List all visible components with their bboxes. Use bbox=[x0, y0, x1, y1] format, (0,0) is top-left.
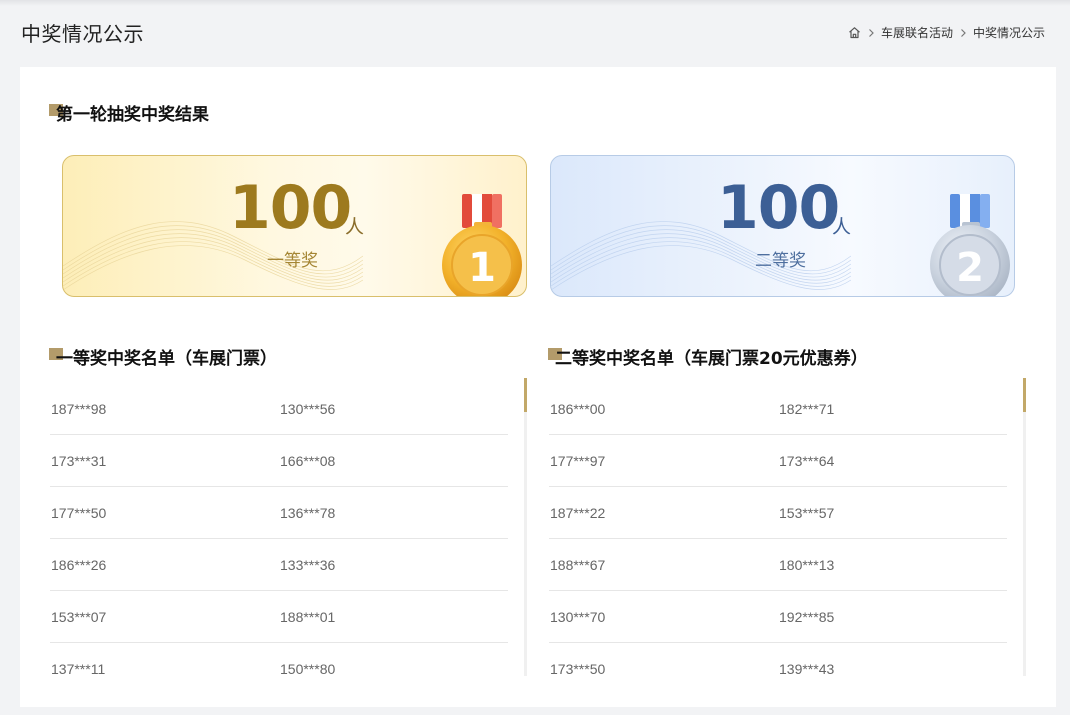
winner-phone: 133***36 bbox=[280, 557, 336, 573]
table-row: 177***97 173***64 bbox=[549, 435, 1007, 487]
winner-phone: 130***56 bbox=[280, 401, 336, 417]
winner-phone: 177***97 bbox=[550, 453, 606, 469]
winner-phone: 186***26 bbox=[51, 557, 107, 573]
gold-medal-icon: 1 bbox=[442, 194, 522, 296]
second-prize-unit: 人 bbox=[832, 216, 852, 238]
first-prize-label: 一等奖 bbox=[267, 251, 318, 271]
first-prize-list-title: 一等奖中奖名单（车展门票） bbox=[49, 348, 277, 370]
top-shade bbox=[0, 0, 1070, 6]
table-row: 188***67 180***13 bbox=[549, 539, 1007, 591]
winner-phone: 153***57 bbox=[779, 505, 835, 521]
second-prize-winner-list[interactable]: 186***00 182***71 177***97 173***64 187*… bbox=[549, 383, 1027, 675]
table-row: 173***50 139***43 bbox=[549, 643, 1007, 675]
table-row: 130***70 192***85 bbox=[549, 591, 1007, 643]
first-prize-count: 100 bbox=[229, 173, 352, 243]
winner-phone: 187***98 bbox=[51, 401, 107, 417]
home-icon[interactable] bbox=[848, 26, 861, 39]
scrollbar-thumb[interactable] bbox=[524, 378, 527, 412]
second-prize-label: 二等奖 bbox=[755, 251, 806, 271]
first-prize-winner-list[interactable]: 187***98 130***56 173***31 166***08 177*… bbox=[50, 383, 528, 675]
winner-phone: 173***50 bbox=[550, 661, 606, 675]
first-list-scrollbar[interactable] bbox=[524, 378, 527, 676]
second-prize-card: 100 人 二等奖 2 bbox=[550, 155, 1015, 297]
winner-phone: 150***80 bbox=[280, 661, 336, 675]
chevron-right-icon bbox=[865, 27, 877, 39]
winner-phone: 188***67 bbox=[550, 557, 606, 573]
table-row: 173***31 166***08 bbox=[50, 435, 508, 487]
first-prize-unit: 人 bbox=[345, 216, 365, 238]
breadcrumb-current: 中奖情况公示 bbox=[972, 26, 1045, 40]
silver-medal-number: 2 bbox=[956, 245, 984, 291]
breadcrumb: 车展联名活动 中奖情况公示 bbox=[848, 24, 1045, 41]
second-prize-list-title: 二等奖中奖名单（车展门票20元优惠券） bbox=[548, 348, 868, 370]
winner-phone: 136***78 bbox=[280, 505, 336, 521]
winner-phone: 177***50 bbox=[51, 505, 107, 521]
winner-phone: 188***01 bbox=[280, 609, 336, 625]
chevron-right-icon bbox=[957, 27, 969, 39]
second-list-scrollbar[interactable] bbox=[1023, 378, 1026, 676]
content-panel: 第一轮抽奖中奖结果 100 人 一等奖 1 100 人 二等奖 2 一等奖中奖名… bbox=[20, 67, 1056, 707]
table-row: 187***98 130***56 bbox=[50, 383, 508, 435]
winner-phone: 187***22 bbox=[550, 505, 606, 521]
winner-phone: 137***11 bbox=[51, 661, 106, 675]
winner-phone: 166***08 bbox=[280, 453, 336, 469]
winner-phone: 173***31 bbox=[51, 453, 107, 469]
table-row: 137***11 150***80 bbox=[50, 643, 508, 675]
winner-phone: 192***85 bbox=[779, 609, 835, 625]
table-row: 187***22 153***57 bbox=[549, 487, 1007, 539]
winner-phone: 139***43 bbox=[779, 661, 835, 675]
breadcrumb-link-activity[interactable]: 车展联名活动 bbox=[881, 24, 953, 41]
winner-phone: 186***00 bbox=[550, 401, 606, 417]
winner-phone: 130***70 bbox=[550, 609, 606, 625]
round-title: 第一轮抽奖中奖结果 bbox=[49, 104, 209, 126]
table-row: 186***00 182***71 bbox=[549, 383, 1007, 435]
winner-phone: 182***71 bbox=[779, 401, 835, 417]
winner-phone: 180***13 bbox=[779, 557, 835, 573]
first-prize-card: 100 人 一等奖 1 bbox=[62, 155, 527, 297]
scrollbar-thumb[interactable] bbox=[1023, 378, 1026, 412]
winner-phone: 173***64 bbox=[779, 453, 835, 469]
second-prize-count: 100 bbox=[717, 173, 840, 243]
page-title: 中奖情况公示 bbox=[21, 22, 144, 46]
winner-phone: 153***07 bbox=[51, 609, 107, 625]
table-row: 186***26 133***36 bbox=[50, 539, 508, 591]
table-row: 177***50 136***78 bbox=[50, 487, 508, 539]
silver-medal-icon: 2 bbox=[930, 194, 1010, 296]
table-row: 153***07 188***01 bbox=[50, 591, 508, 643]
gold-medal-number: 1 bbox=[468, 245, 496, 291]
